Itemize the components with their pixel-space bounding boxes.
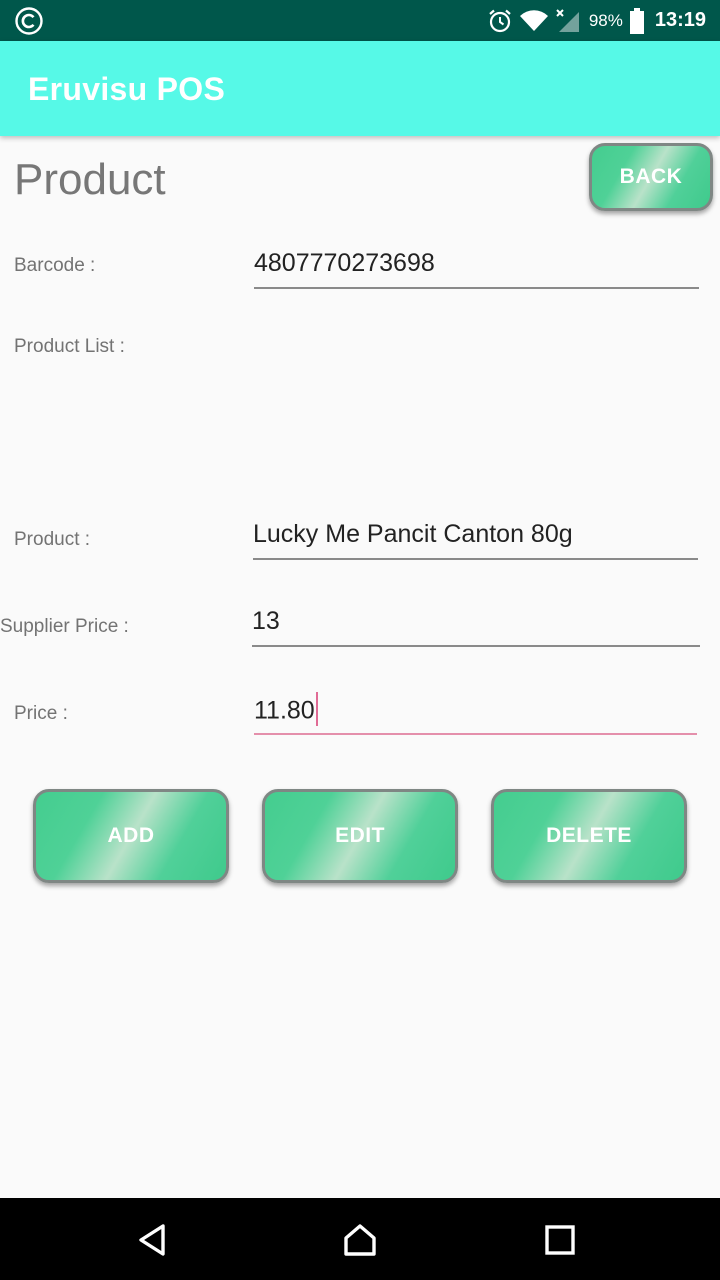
app-title: Eruvisu POS — [28, 71, 226, 107]
price-label: Price : — [14, 703, 68, 724]
status-bar: 98% 13:19 — [0, 0, 720, 41]
status-icons: 98% 13:19 — [487, 0, 706, 41]
supplier-price-field[interactable]: 13 — [252, 601, 700, 647]
product-label: Product : — [14, 529, 91, 550]
home-icon[interactable] — [342, 1222, 378, 1258]
product-field[interactable]: Lucky Me Pancit Canton 80g — [253, 514, 698, 560]
copyright-icon — [15, 7, 43, 35]
navigation-bar — [0, 1198, 720, 1280]
barcode-value: 4807770273698 — [254, 249, 435, 277]
price-value-wrap: 11.80 — [254, 692, 318, 729]
back-triangle-icon[interactable] — [135, 1222, 171, 1258]
supplier-price-label: Supplier Price : — [0, 616, 129, 637]
price-value: 11.80 — [254, 696, 315, 725]
back-button[interactable]: BACK — [589, 143, 713, 211]
wifi-icon — [519, 9, 548, 31]
battery-icon — [629, 7, 644, 34]
battery-percent: 98% — [588, 10, 623, 30]
recent-apps-icon[interactable] — [542, 1222, 578, 1258]
supplier-price-value: 13 — [252, 607, 280, 635]
barcode-field[interactable]: 4807770273698 — [254, 243, 699, 289]
barcode-label: Barcode : — [14, 255, 96, 276]
price-field[interactable]: 11.80 — [254, 689, 697, 735]
edit-button[interactable]: EDIT — [262, 789, 458, 883]
signal-icon — [556, 8, 579, 32]
app-bar: Eruvisu POS — [0, 41, 720, 136]
delete-button[interactable]: DELETE — [491, 789, 687, 883]
status-clock: 13:19 — [654, 9, 706, 31]
product-list-label: Product List : — [14, 336, 125, 357]
alarm-icon — [489, 9, 511, 32]
product-value: Lucky Me Pancit Canton 80g — [253, 520, 573, 548]
page-title: Product — [14, 155, 166, 204]
text-cursor — [315, 692, 318, 726]
add-button[interactable]: ADD — [33, 789, 229, 883]
